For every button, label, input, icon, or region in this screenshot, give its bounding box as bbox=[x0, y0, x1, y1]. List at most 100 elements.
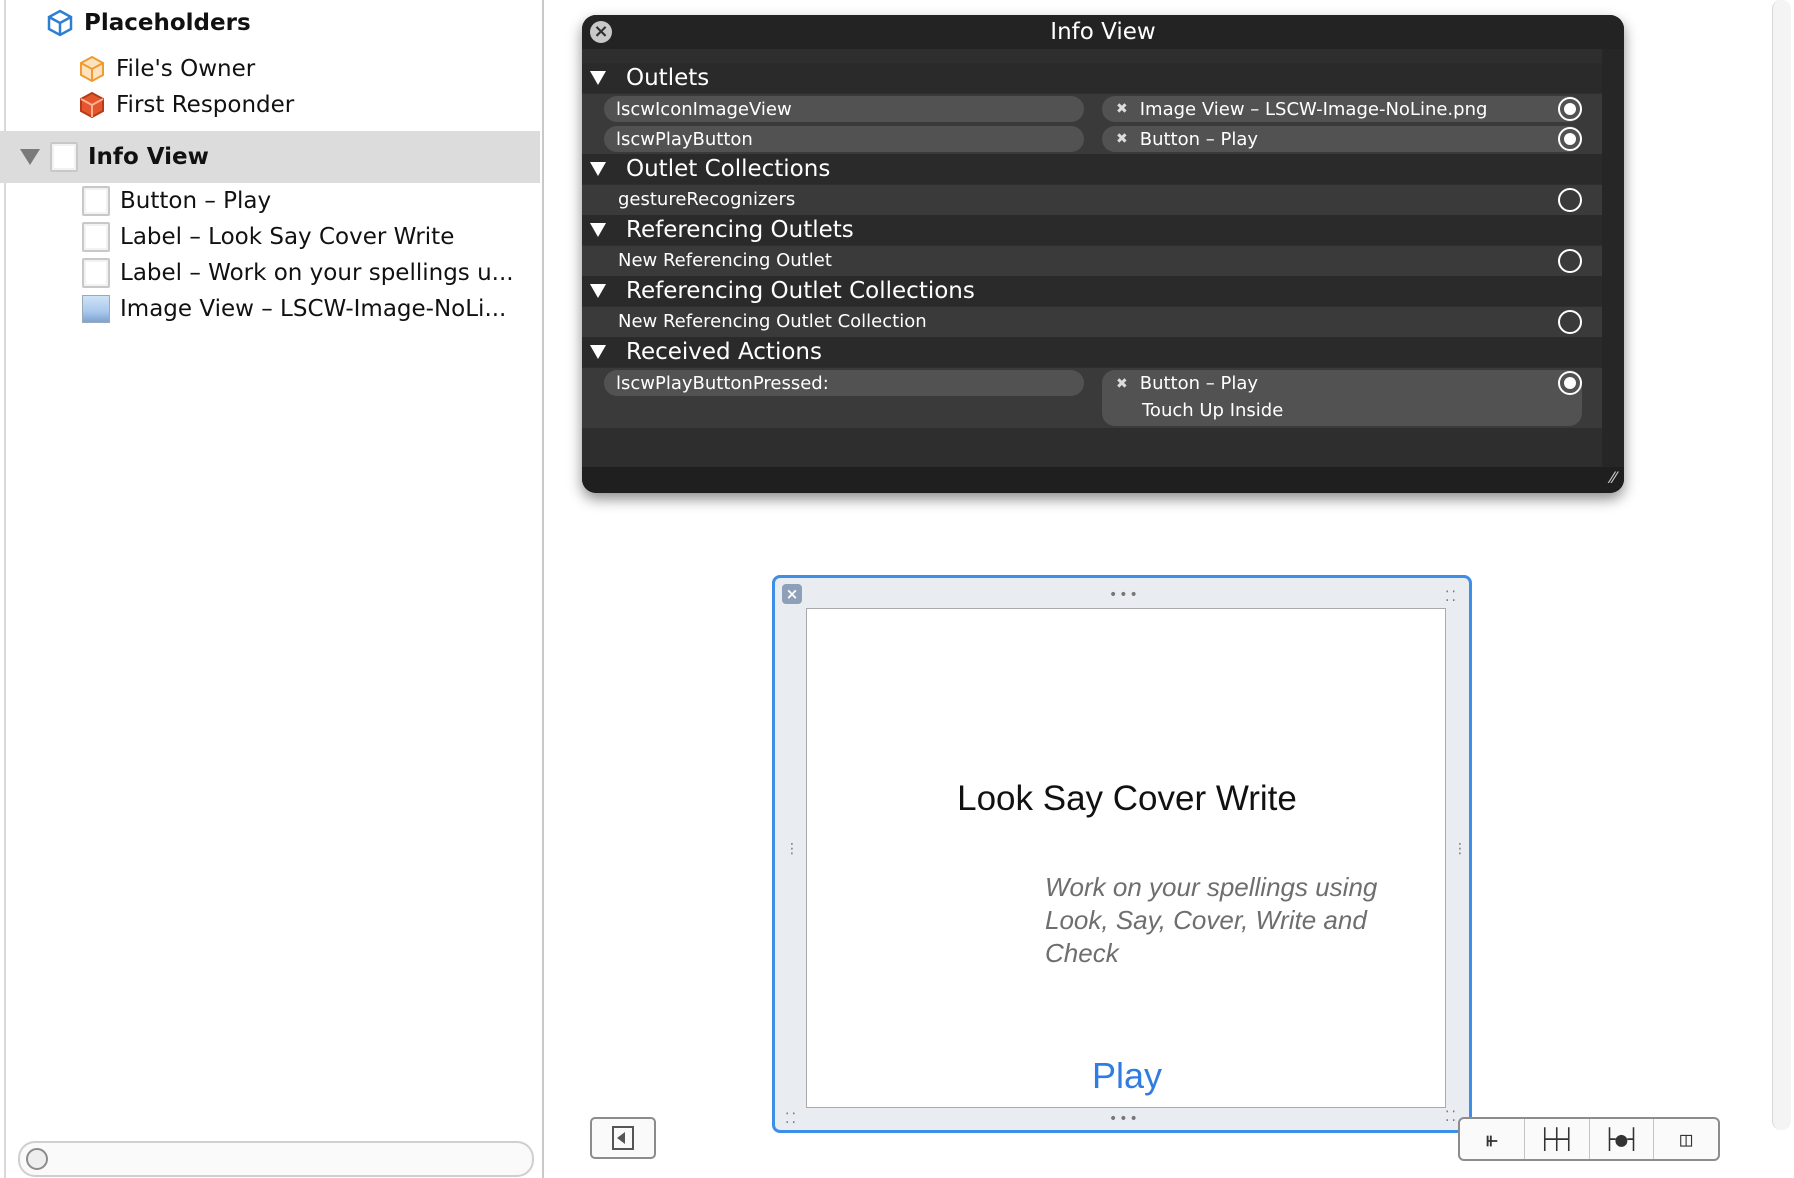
section-received-actions[interactable]: Received Actions bbox=[582, 337, 1602, 367]
resize-handle-icon[interactable]: ⁚⁚ bbox=[785, 1112, 798, 1126]
align-icon: ⫦ bbox=[1486, 1127, 1498, 1151]
outlet-row: lscwPlayButton ✖ Button – Play bbox=[582, 124, 1602, 154]
section-title: Outlet Collections bbox=[626, 156, 831, 182]
resolve-icon: ├●┤ bbox=[1603, 1127, 1640, 1151]
outlet-name[interactable]: lscwIconImageView bbox=[604, 96, 1084, 122]
resize-handle-icon[interactable]: ⋮ bbox=[785, 842, 801, 856]
pin-button[interactable]: ├┼┤ bbox=[1525, 1119, 1590, 1159]
resize-handle-icon[interactable]: ⋮ bbox=[1453, 842, 1469, 856]
info-view-frame[interactable]: × ••• ⁚⁚ ••• ⁚⁚ ⁚⁚ ⋮ ⋮ Look Say Cover Wr… bbox=[772, 575, 1472, 1133]
section-title: Referencing Outlets bbox=[626, 217, 854, 243]
disclosure-triangle-icon[interactable] bbox=[590, 345, 606, 359]
disclosure-triangle-icon[interactable] bbox=[590, 284, 606, 298]
outlet-target-label: Image View – LSCW-Image-NoLine.png bbox=[1139, 98, 1488, 120]
new-referencing-outlet-label: New Referencing Outlet bbox=[618, 250, 832, 271]
panel-footer bbox=[582, 467, 1624, 493]
action-target-line: ✖ Button – Play bbox=[1116, 373, 1258, 394]
action-target[interactable]: ✖ Button – Play Touch Up Inside bbox=[1102, 370, 1582, 426]
close-icon[interactable]: × bbox=[782, 584, 802, 604]
disclosure-triangle-icon[interactable] bbox=[20, 149, 40, 165]
outline-item-image-view[interactable]: Image View – LSCW-Image-NoLi... bbox=[82, 288, 532, 330]
resolve-button[interactable]: ├●┤ bbox=[1590, 1119, 1655, 1159]
disconnect-icon[interactable]: ✖ bbox=[1116, 131, 1128, 147]
disclosure-triangle-icon[interactable] bbox=[590, 71, 606, 85]
outlet-row: lscwIconImageView ✖ Image View – LSCW-Im… bbox=[582, 94, 1602, 124]
toggle-outline-button[interactable] bbox=[590, 1117, 656, 1159]
new-referencing-outlet-collection-label: New Referencing Outlet Collection bbox=[618, 311, 927, 332]
connections-panel: × Info View Outlets lscwIconImageView ✖ … bbox=[582, 15, 1624, 493]
info-view-content[interactable]: Look Say Cover Write Work on your spelli… bbox=[806, 608, 1446, 1108]
resize-handle-icon[interactable]: ⁚⁚ bbox=[1445, 590, 1458, 604]
outline-item-label: Label – Work on your spellings u... bbox=[120, 260, 514, 286]
outline-item-info-view[interactable]: Info View bbox=[0, 131, 540, 183]
outline-filter-field[interactable] bbox=[18, 1141, 534, 1177]
image-view-icon bbox=[82, 295, 110, 323]
files-owner-label: File's Owner bbox=[116, 56, 256, 82]
document-outline: Placeholders File's Owner First Responde… bbox=[0, 0, 544, 1178]
outlet-name[interactable]: lscwPlayButton bbox=[604, 126, 1084, 152]
received-action-row: lscwPlayButtonPressed: ✖ Button – Play T… bbox=[582, 368, 1602, 428]
action-name[interactable]: lscwPlayButtonPressed: bbox=[604, 370, 1084, 396]
outline-item-label: Image View – LSCW-Image-NoLi... bbox=[120, 296, 507, 322]
action-target-label: Button – Play bbox=[1139, 373, 1259, 394]
placeholders-label: Placeholders bbox=[84, 10, 251, 36]
disconnect-icon[interactable]: ✖ bbox=[1116, 376, 1128, 392]
first-responder-label: First Responder bbox=[116, 92, 295, 118]
view-title-label[interactable]: Look Say Cover Write bbox=[807, 779, 1447, 819]
referencing-outlet-collection-row: New Referencing Outlet Collection bbox=[582, 307, 1602, 337]
outlet-target[interactable]: ✖ Image View – LSCW-Image-NoLine.png bbox=[1102, 96, 1582, 122]
connection-circle-icon[interactable] bbox=[1558, 310, 1582, 334]
connection-circle-icon[interactable] bbox=[1558, 127, 1582, 151]
connection-circle-icon[interactable] bbox=[1558, 97, 1582, 121]
disconnect-icon[interactable]: ✖ bbox=[1116, 101, 1128, 117]
outlet-target[interactable]: ✖ Button – Play bbox=[1102, 126, 1582, 152]
resize-handle-icon[interactable]: ••• bbox=[1109, 588, 1140, 602]
panel-title: Info View bbox=[1050, 19, 1156, 45]
label-view-icon bbox=[82, 222, 110, 252]
outline-item-label: Button – Play bbox=[120, 188, 272, 214]
referencing-outlet-row: New Referencing Outlet bbox=[582, 246, 1602, 276]
connection-circle-icon[interactable] bbox=[1558, 188, 1582, 212]
panel-titlebar[interactable]: × Info View bbox=[582, 15, 1624, 49]
section-referencing-outlet-collections[interactable]: Referencing Outlet Collections bbox=[582, 276, 1602, 306]
resize-handle-icon[interactable]: ••• bbox=[1109, 1112, 1140, 1126]
resizing-button[interactable]: ◫ bbox=[1654, 1119, 1718, 1159]
resizing-icon: ◫ bbox=[1680, 1127, 1693, 1151]
sidebar-toggle-icon bbox=[612, 1126, 634, 1150]
outline-item-placeholders[interactable]: Placeholders bbox=[46, 2, 526, 44]
info-view-label: Info View bbox=[88, 144, 209, 170]
section-title: Received Actions bbox=[626, 339, 822, 365]
button-view-icon bbox=[82, 186, 110, 216]
outlet-collection-name: gestureRecognizers bbox=[618, 189, 796, 210]
resize-handle-icon[interactable]: ⁚⁚ bbox=[1445, 1110, 1458, 1124]
section-title: Outlets bbox=[626, 65, 710, 91]
section-referencing-outlets[interactable]: Referencing Outlets bbox=[582, 215, 1602, 245]
label-view-icon bbox=[82, 258, 110, 288]
section-outlet-collections[interactable]: Outlet Collections bbox=[582, 154, 1602, 184]
disclosure-triangle-icon[interactable] bbox=[590, 162, 606, 176]
disclosure-triangle-icon[interactable] bbox=[590, 223, 606, 237]
outline-item-first-responder[interactable]: First Responder bbox=[78, 84, 528, 126]
action-event-label: Touch Up Inside bbox=[1142, 400, 1284, 421]
section-title: Referencing Outlet Collections bbox=[626, 278, 975, 304]
panel-scrollbar[interactable] bbox=[1602, 49, 1624, 487]
outlet-target-label: Button – Play bbox=[1139, 128, 1259, 150]
resize-grip-icon[interactable]: ⁄⁄ bbox=[1611, 468, 1616, 487]
filter-icon bbox=[26, 1148, 48, 1170]
align-button[interactable]: ⫦ bbox=[1460, 1119, 1525, 1159]
outline-item-label: Label – Look Say Cover Write bbox=[120, 224, 455, 250]
outlet-collection-row: gestureRecognizers bbox=[582, 185, 1602, 215]
section-outlets[interactable]: Outlets bbox=[582, 63, 1602, 93]
view-icon bbox=[50, 142, 78, 172]
view-subtitle-label[interactable]: Work on your spellings using Look, Say, … bbox=[1045, 871, 1385, 970]
connection-circle-icon[interactable] bbox=[1558, 371, 1582, 395]
files-owner-cube-icon bbox=[80, 55, 104, 83]
pin-icon: ├┼┤ bbox=[1538, 1127, 1575, 1151]
placeholders-cube-icon bbox=[47, 9, 73, 37]
first-responder-cube-icon bbox=[80, 91, 104, 119]
layout-toolbar: ⫦ ├┼┤ ├●┤ ◫ bbox=[1458, 1117, 1720, 1161]
play-button[interactable]: Play bbox=[807, 1055, 1447, 1097]
connection-circle-icon[interactable] bbox=[1558, 249, 1582, 273]
close-icon[interactable]: × bbox=[590, 21, 612, 43]
vertical-scrollbar[interactable] bbox=[1772, 0, 1791, 1130]
